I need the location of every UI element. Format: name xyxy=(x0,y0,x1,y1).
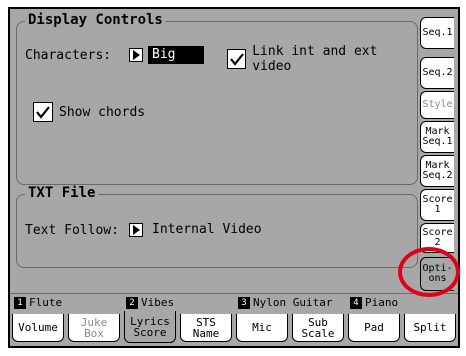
track-item: 1 Flute xyxy=(14,296,62,309)
tab-mark-seq-2[interactable]: Mark Seq.2 xyxy=(420,155,454,187)
tab-split[interactable]: Split xyxy=(404,314,456,342)
track-item: 4 Piano xyxy=(350,296,398,309)
tab-volume[interactable]: Volume xyxy=(12,314,64,342)
display-controls-panel: Display Controls Characters: Big Link in… xyxy=(16,12,418,185)
tab-pad[interactable]: Pad xyxy=(348,314,400,342)
bottom-tab-bar: Volume Juke Box Lyrics Score STS Name Mi… xyxy=(10,311,458,346)
track-name: Piano xyxy=(365,296,399,309)
checkmark-icon xyxy=(33,102,53,122)
display-controls-title: Display Controls xyxy=(25,12,166,28)
link-video-label: Link int and ext video xyxy=(252,44,378,74)
dropdown-arrow-icon xyxy=(129,223,143,237)
track-name: Flute xyxy=(29,296,63,309)
tab-seq-1[interactable]: Seq.1 xyxy=(420,17,454,49)
track-number: 2 xyxy=(126,296,138,309)
text-follow-label: Text Follow: xyxy=(25,223,119,238)
tab-mark-seq-1[interactable]: Mark Seq.1 xyxy=(420,121,454,153)
tab-sub-scale[interactable]: Sub Scale xyxy=(292,314,344,342)
text-follow-value: Internal Video xyxy=(152,222,262,237)
track-name-bar: 1 Flute 2 Vibes 3 Nylon Guitar 4 Piano xyxy=(10,293,458,312)
track-name: Nylon Guitar xyxy=(253,296,333,309)
characters-value: Big xyxy=(148,46,204,64)
characters-dropdown[interactable]: Big xyxy=(129,45,204,65)
tab-seq-2[interactable]: Seq.2 xyxy=(420,57,454,89)
tab-sts-name[interactable]: STS Name xyxy=(180,314,232,342)
track-name: Vibes xyxy=(141,296,175,309)
tab-score-1[interactable]: Score 1 xyxy=(420,189,454,221)
show-chords-checkbox[interactable]: Show chords xyxy=(33,102,145,122)
tab-style[interactable]: Style xyxy=(420,91,454,119)
display-screen: Display Controls Characters: Big Link in… xyxy=(8,7,460,348)
track-item: 2 Vibes xyxy=(126,296,174,309)
track-number: 3 xyxy=(238,296,250,309)
tab-mic[interactable]: Mic xyxy=(236,314,288,342)
tab-juke-box[interactable]: Juke Box xyxy=(68,314,120,342)
track-number: 1 xyxy=(14,296,26,309)
tab-lyrics-score[interactable]: Lyrics Score xyxy=(124,311,176,343)
txt-file-title: TXT File xyxy=(25,185,99,201)
checkmark-icon xyxy=(227,49,247,69)
characters-label: Characters: xyxy=(25,48,112,63)
link-video-checkbox[interactable]: Link int and ext video xyxy=(227,44,417,74)
track-number: 4 xyxy=(350,296,362,309)
highlight-circle xyxy=(398,247,460,297)
show-chords-label: Show chords xyxy=(59,104,146,120)
track-item: 3 Nylon Guitar xyxy=(238,296,332,309)
text-follow-dropdown[interactable]: Internal Video xyxy=(129,220,266,240)
dropdown-arrow-icon xyxy=(129,48,143,62)
txt-file-panel: TXT File Text Follow: Internal Video xyxy=(16,185,418,268)
